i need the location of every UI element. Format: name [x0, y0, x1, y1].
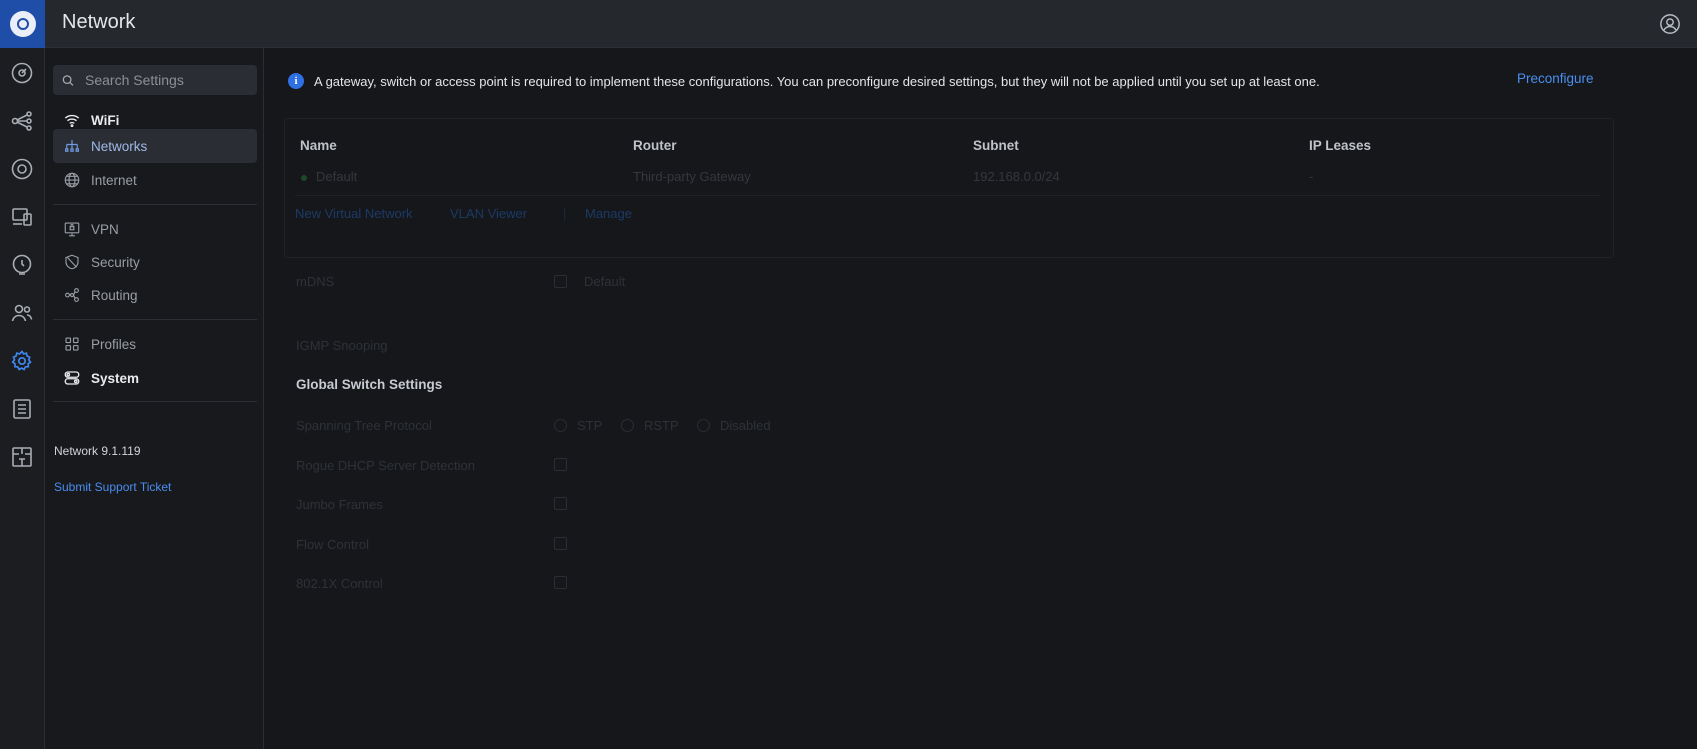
shield-icon: [65, 254, 79, 270]
dashboard-icon[interactable]: [9, 60, 35, 86]
submit-support-ticket-link[interactable]: Submit Support Ticket: [54, 480, 171, 494]
search-input[interactable]: [83, 71, 257, 89]
sidebar-item-label: Routing: [91, 287, 138, 303]
banner-message: A gateway, switch or access point is req…: [314, 73, 1320, 89]
wifi-icon: [64, 114, 80, 128]
mdns-label: mDNS: [296, 274, 335, 289]
sidebar-item-label: Internet: [91, 172, 137, 188]
network-ip-leases: -: [1309, 169, 1314, 184]
column-header-ip-leases: IP Leases: [1309, 138, 1372, 153]
rogue-dhcp-checkbox[interactable]: [554, 458, 567, 471]
sidebar-item-networks[interactable]: Networks: [53, 129, 257, 163]
sidebar-item-vpn[interactable]: VPN: [53, 212, 257, 246]
innerspace-icon[interactable]: [9, 444, 35, 470]
flow-control-checkbox[interactable]: [554, 537, 567, 550]
mdns-default-option: Default: [584, 274, 626, 289]
networks-icon: [65, 140, 79, 152]
rstp-option-label: RSTP: [644, 418, 679, 433]
preconfigure-link[interactable]: Preconfigure: [1517, 71, 1594, 86]
search-settings[interactable]: [53, 65, 257, 95]
unifi-logo-icon[interactable]: [0, 0, 45, 48]
disabled-option-label: Disabled: [720, 418, 771, 433]
divider: [53, 319, 257, 320]
vlan-viewer-link[interactable]: VLAN Viewer: [450, 206, 527, 221]
sidebar-item-label: WiFi: [91, 112, 120, 128]
sidebar-item-security[interactable]: Security: [53, 245, 257, 279]
sidebar-item-profiles[interactable]: Profiles: [53, 327, 257, 361]
igmp-snooping-label: IGMP Snooping: [296, 338, 388, 353]
logs-icon[interactable]: [9, 396, 35, 422]
network-subnet: 192.168.0.0/24: [973, 169, 1060, 184]
devices-icon[interactable]: [9, 156, 35, 182]
sidebar-item-label: Networks: [91, 138, 148, 154]
app-version: Network 9.1.119: [54, 444, 141, 458]
app-nav-rail: [0, 48, 45, 749]
divider: [53, 204, 257, 205]
dot1x-control-checkbox[interactable]: [554, 576, 567, 589]
column-header-subnet: Subnet: [973, 138, 1019, 153]
vpn-icon: [64, 222, 80, 237]
mdns-checkbox[interactable]: [554, 275, 567, 288]
column-header-router: Router: [633, 138, 677, 153]
dot1x-control-label: 802.1X Control: [296, 576, 383, 591]
flow-control-label: Flow Control: [296, 537, 369, 552]
networks-table: Name Router Subnet IP Leases Default Thi…: [284, 118, 1614, 258]
main-content: i A gateway, switch or access point is r…: [264, 48, 1697, 749]
disabled-radio[interactable]: [697, 419, 710, 432]
sidebar-item-internet[interactable]: Internet: [53, 163, 257, 197]
routing-icon: [65, 288, 79, 302]
sidebar-item-system[interactable]: System: [53, 361, 257, 395]
sidebar-item-label: System: [91, 370, 140, 386]
jumbo-frames-checkbox[interactable]: [554, 497, 567, 510]
divider: [53, 401, 257, 402]
rogue-dhcp-label: Rogue DHCP Server Detection: [296, 458, 475, 473]
top-bar: Network: [0, 0, 1697, 48]
sidebar-item-label: VPN: [91, 221, 119, 237]
sidebar-item-label: Profiles: [91, 336, 137, 352]
stp-radio[interactable]: [554, 419, 567, 432]
column-header-name: Name: [300, 138, 337, 153]
profiles-icon: [65, 337, 79, 351]
jumbo-frames-label: Jumbo Frames: [296, 497, 383, 512]
client-devices-icon[interactable]: [9, 204, 35, 230]
new-virtual-network-link[interactable]: New Virtual Network: [295, 206, 413, 221]
spanning-tree-label: Spanning Tree Protocol: [296, 418, 432, 433]
info-banner: i A gateway, switch or access point is r…: [288, 69, 1658, 93]
sidebar-item-routing[interactable]: Routing: [53, 278, 257, 312]
status-dot-icon: [301, 175, 307, 181]
app-title: Network: [62, 11, 136, 33]
settings-sidebar: WiFi Networks Internet VPN Security Rout…: [45, 48, 264, 749]
settings-gear-icon[interactable]: [9, 348, 35, 374]
sidebar-item-label: Security: [91, 254, 140, 270]
clients-icon[interactable]: [9, 300, 35, 326]
search-icon: [62, 74, 74, 86]
globe-icon: [64, 172, 80, 188]
network-router: Third-party Gateway: [633, 169, 751, 184]
rstp-radio[interactable]: [621, 419, 634, 432]
stp-option-label: STP: [577, 418, 603, 433]
global-switch-settings-title: Global Switch Settings: [296, 377, 443, 392]
system-toggle-icon: [64, 371, 80, 385]
insights-icon[interactable]: [9, 252, 35, 278]
manage-link[interactable]: Manage: [585, 206, 632, 221]
link-separator: |: [563, 206, 567, 221]
network-name: Default: [316, 169, 358, 184]
user-account-icon[interactable]: [1659, 13, 1681, 35]
topology-icon[interactable]: [9, 108, 35, 134]
info-icon: i: [288, 73, 304, 89]
row-divider: [295, 195, 1600, 196]
